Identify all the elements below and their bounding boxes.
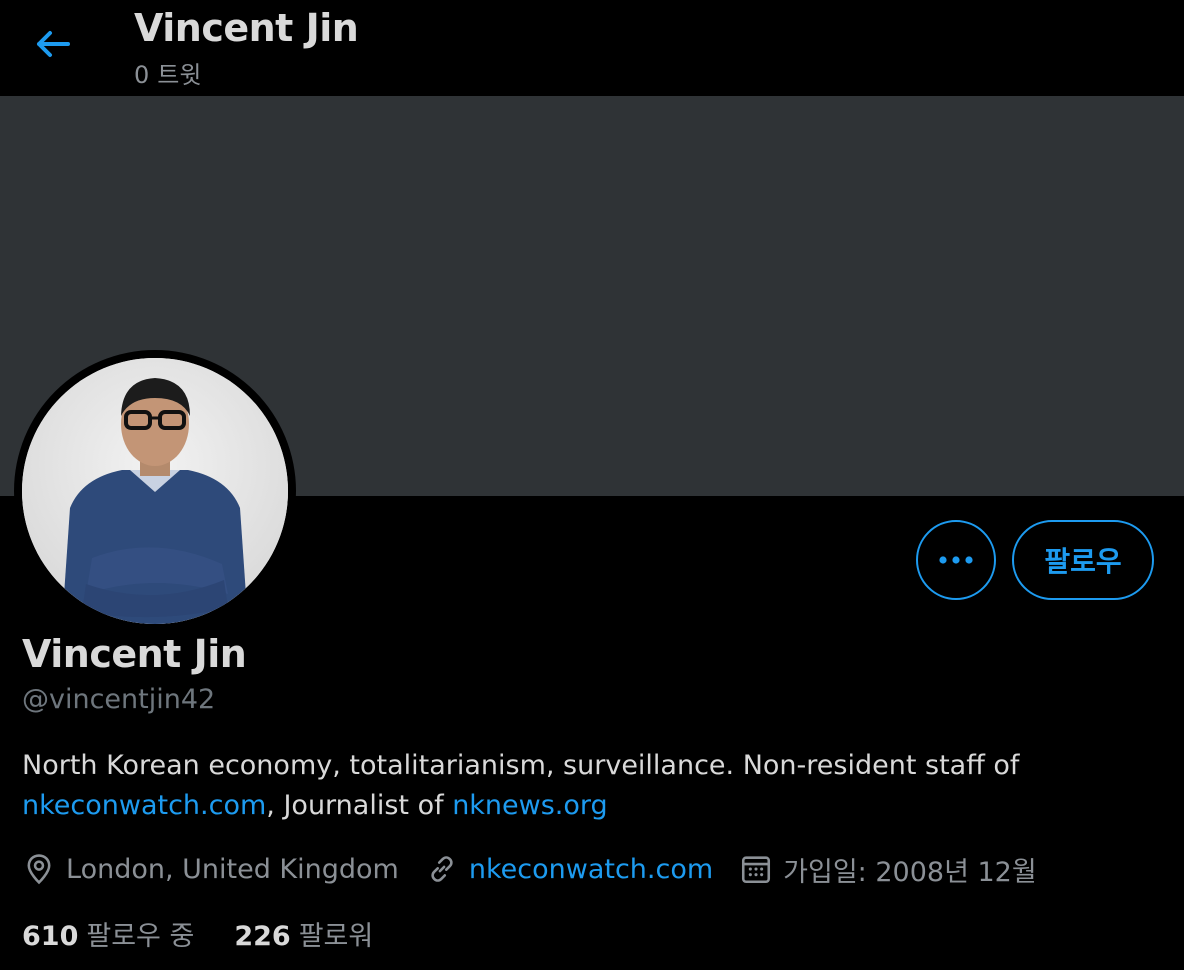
follow-button[interactable]: 팔로우 [1012,520,1154,600]
profile-name: Vincent Jin [22,632,247,676]
link-icon [431,856,453,882]
website-item: nkeconwatch.com [425,852,713,886]
back-button[interactable] [30,24,74,64]
header-tweet-count: 0 트윗 [134,55,209,90]
followers-count: 226 [234,921,291,952]
joined-item: 가입일: 2008년 12월 [739,850,1037,889]
joined-text: 가입일: 2008년 12월 [783,856,1037,888]
bio-text-2: , Journalist of [266,790,453,821]
back-arrow-icon [37,31,70,57]
profile-handle: @vincentjin42 [22,684,216,715]
header-title: Vincent Jin [134,6,359,50]
following-count: 610 [22,921,79,952]
more-dots-icon [939,556,973,564]
followers-stat[interactable]: 226 팔로워 [234,914,373,953]
tweet-count: 0 [134,61,150,89]
top-header: Vincent Jin 0 트윗 [0,0,1184,96]
following-label: 팔로우 중 [86,921,195,952]
bio-link-nkeconwatch[interactable]: nkeconwatch.com [22,790,266,821]
follow-stats: 610 팔로우 중 226 팔로워 [22,914,413,953]
calendar-icon [742,856,771,884]
tweet-label: 트윗 [157,61,202,89]
following-stat[interactable]: 610 팔로우 중 [22,914,194,953]
profile-bio: North Korean economy, totalitarianism, s… [22,746,1162,826]
more-options-button[interactable] [916,520,996,600]
location-pin-icon [27,854,51,885]
profile-meta: London, United Kingdom nkeconwatch.com 가… [22,848,1063,890]
bio-link-nknews[interactable]: nknews.org [452,790,608,821]
location-item: London, United Kingdom [22,852,399,886]
avatar-image [22,358,288,624]
bio-text: North Korean economy, totalitarianism, s… [22,750,1020,781]
avatar[interactable] [14,350,296,632]
website-link[interactable]: nkeconwatch.com [469,854,713,885]
followers-label: 팔로워 [298,921,374,952]
location-text: London, United Kingdom [66,853,399,885]
